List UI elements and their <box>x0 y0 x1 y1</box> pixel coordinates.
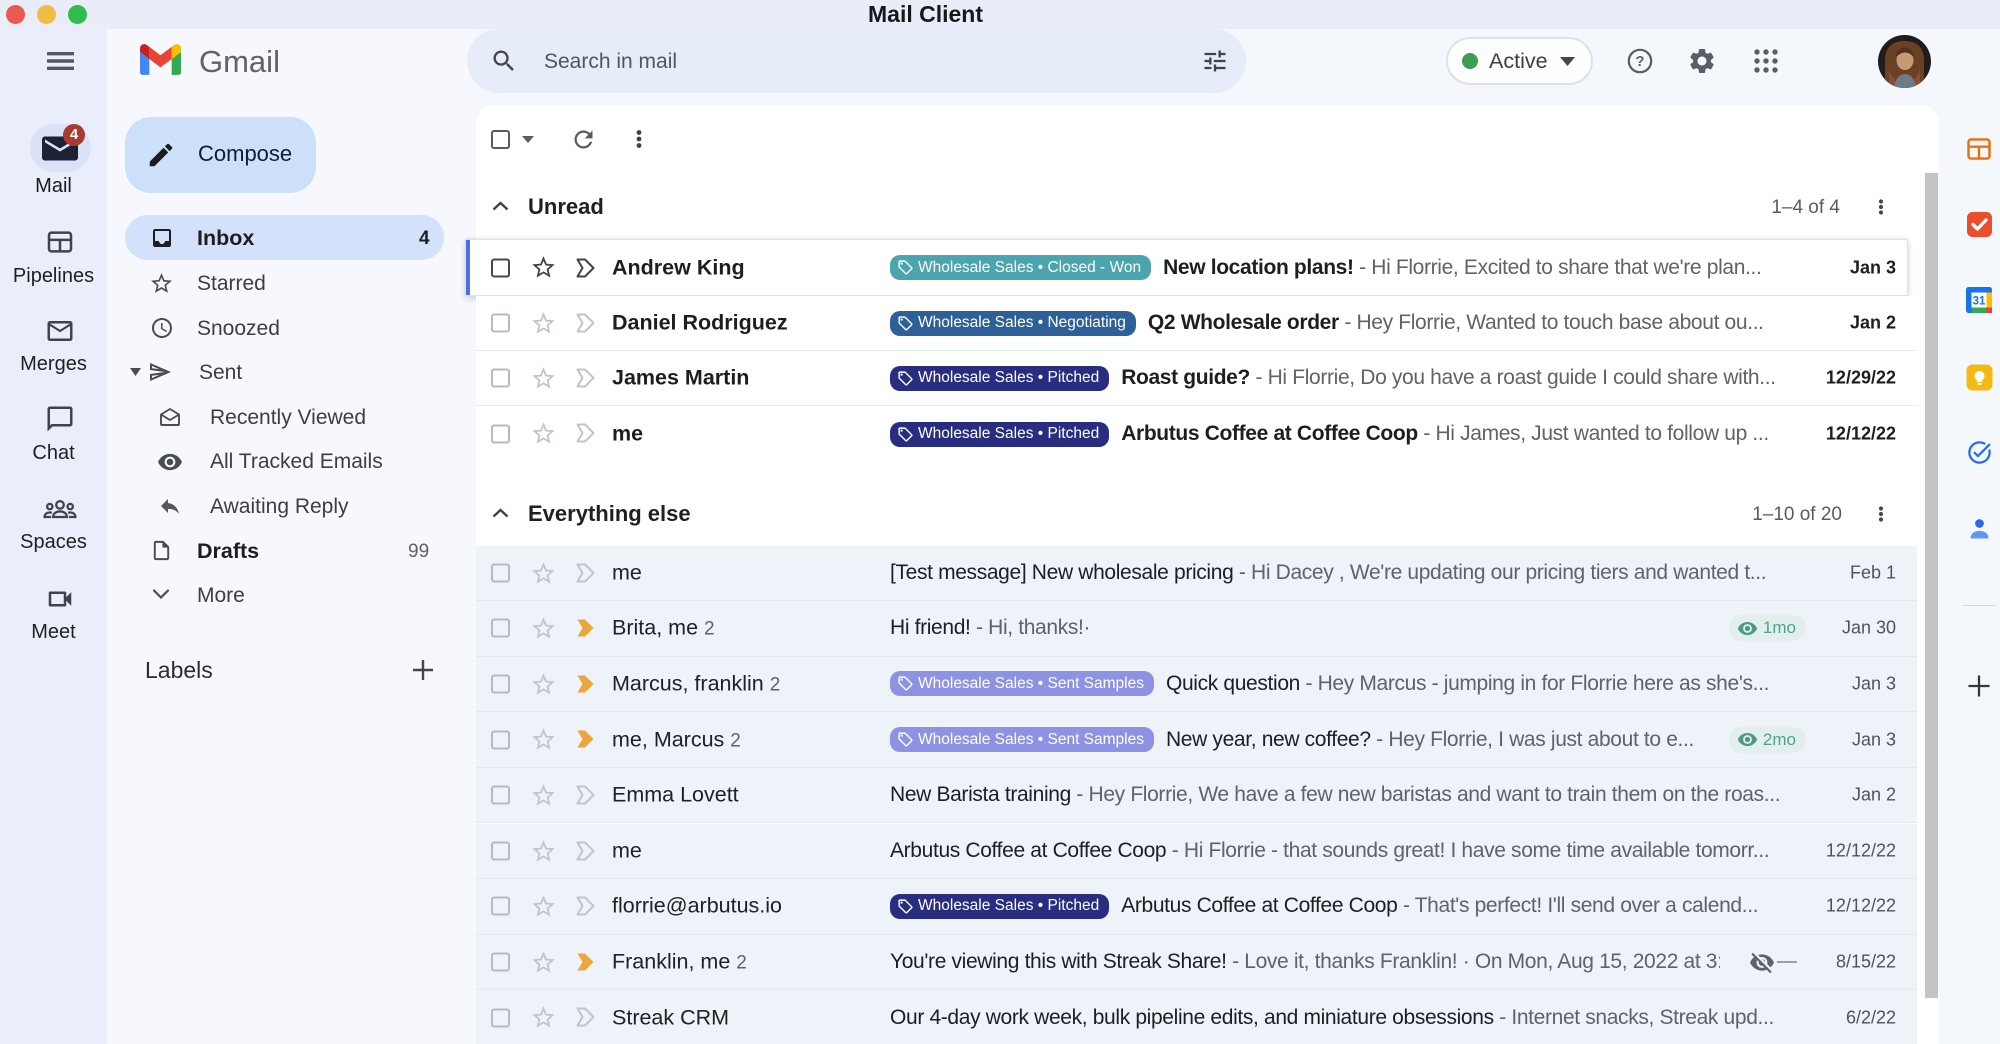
svg-text:31: 31 <box>1973 296 1986 308</box>
svg-text:?: ? <box>1636 54 1645 70</box>
